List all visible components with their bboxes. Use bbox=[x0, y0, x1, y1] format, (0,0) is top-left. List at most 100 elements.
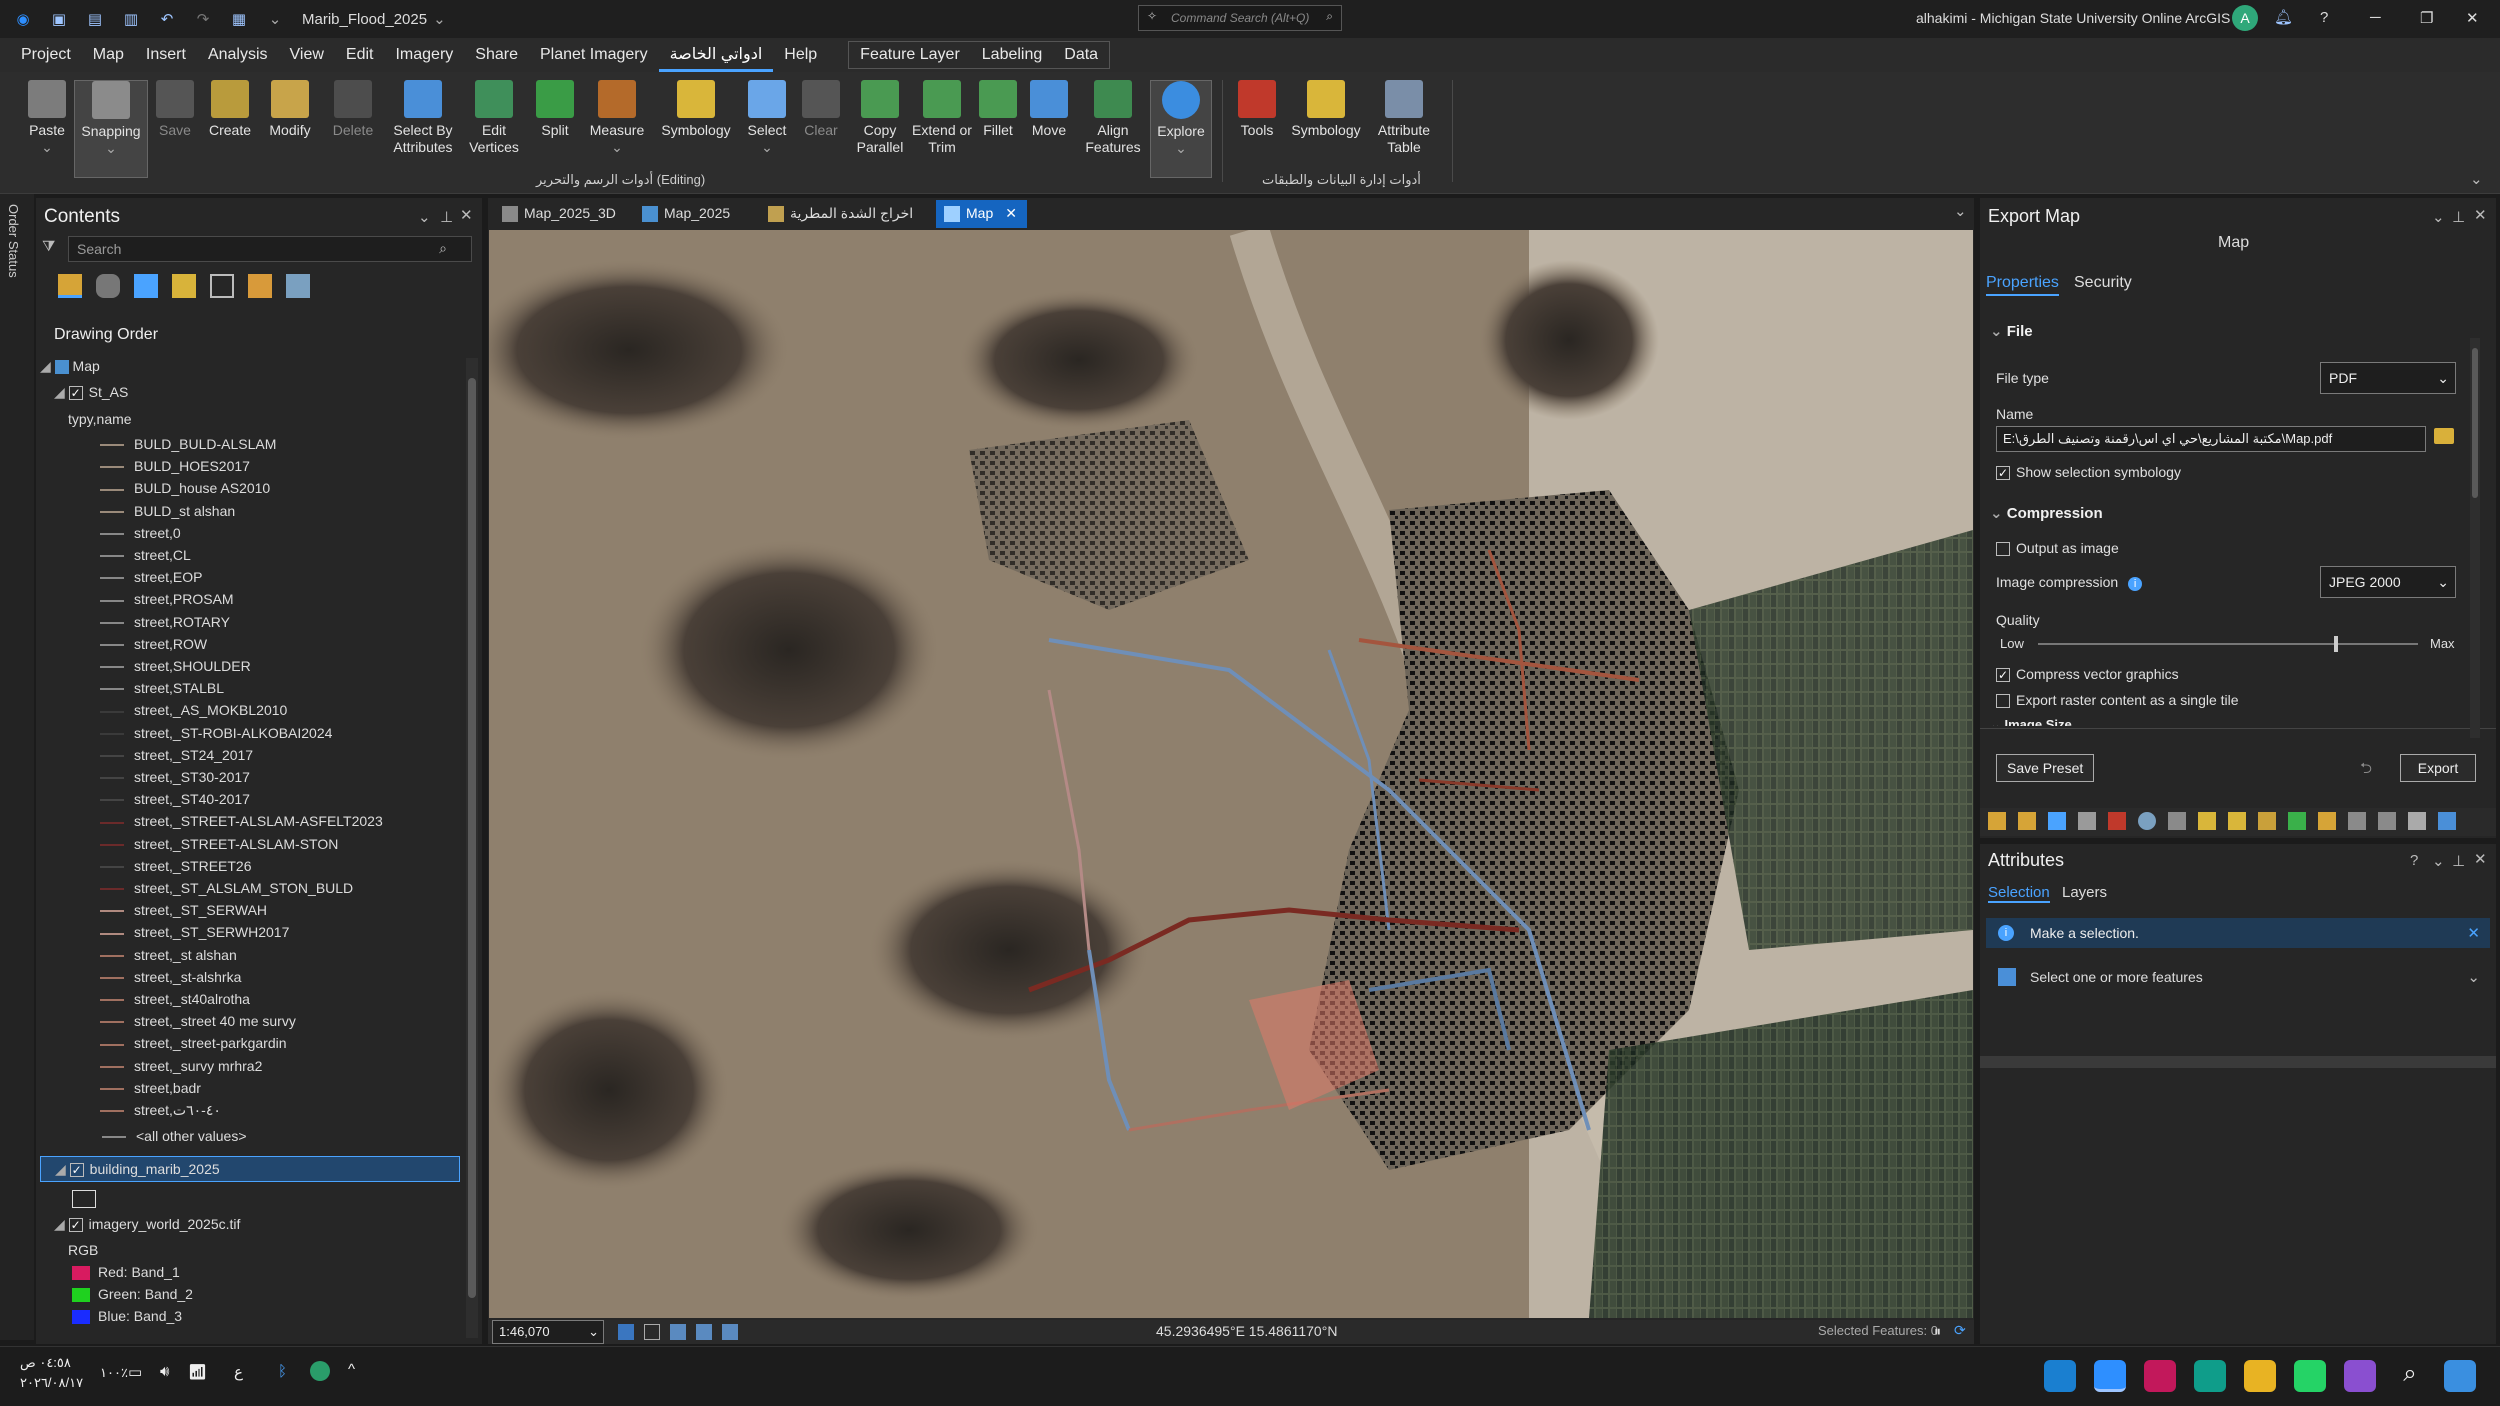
refresh-icon[interactable]: ⟳ bbox=[1954, 1322, 1966, 1339]
order-status-tab[interactable]: Order Status bbox=[6, 204, 21, 278]
pin-icon[interactable]: ⊥ bbox=[2452, 852, 2465, 870]
tab-map[interactable]: Map ✕ bbox=[936, 200, 1027, 228]
scrollbar-thumb[interactable] bbox=[2472, 348, 2478, 498]
list-by-editing-icon[interactable] bbox=[172, 274, 196, 298]
fillet-button[interactable]: Fillet bbox=[976, 80, 1020, 178]
legend-item[interactable]: street,_STREET-ALSLAM-ASFELT2023 bbox=[100, 813, 383, 829]
legend-item[interactable]: street,_ST24_2017 bbox=[100, 747, 253, 763]
output-as-image-checkbox[interactable]: Output as image bbox=[1996, 540, 2119, 557]
save-project-icon[interactable]: ▥ bbox=[118, 8, 144, 30]
line-symbol-icon[interactable] bbox=[100, 599, 124, 602]
line-symbol-icon[interactable] bbox=[100, 510, 124, 513]
extend-trim-button[interactable]: Extend or Trim bbox=[912, 80, 972, 178]
delete-button[interactable]: Delete bbox=[326, 80, 380, 178]
line-symbol-icon[interactable] bbox=[100, 621, 124, 624]
browse-folder-icon[interactable] bbox=[2434, 428, 2454, 444]
pin-icon[interactable]: ⊥ bbox=[440, 208, 453, 226]
map-canvas[interactable] bbox=[489, 230, 1973, 1318]
line-symbol-icon[interactable] bbox=[100, 533, 124, 536]
tree-layer-st-as[interactable]: ◢ ✓ St_AS bbox=[54, 384, 128, 401]
legend-item[interactable]: street,_STREET-ALSLAM-STON bbox=[100, 836, 338, 852]
close-icon[interactable]: ✕ bbox=[460, 206, 473, 224]
legend-item[interactable]: street,_survy mrhra2 bbox=[100, 1058, 262, 1074]
legend-item[interactable]: street,_street 40 me survy bbox=[100, 1013, 296, 1029]
legend-item[interactable]: street,EOP bbox=[100, 569, 202, 585]
line-symbol-icon[interactable] bbox=[100, 843, 124, 846]
legend-item[interactable]: BULD_st alshan bbox=[100, 503, 235, 519]
battery-icon[interactable]: ▭ bbox=[128, 1363, 142, 1381]
toolbox-icon[interactable] bbox=[2108, 812, 2126, 830]
menu-help[interactable]: Help bbox=[773, 38, 828, 72]
legend-item[interactable]: street,_st-alshrka bbox=[100, 969, 241, 985]
line-symbol-icon[interactable] bbox=[100, 799, 124, 802]
legend-item[interactable]: street,_AS_MOKBL2010 bbox=[100, 702, 287, 718]
legend-item[interactable]: street,_st40alrotha bbox=[100, 991, 250, 1007]
command-search-input[interactable]: ✧ Command Search (Alt+Q) ⌕ bbox=[1138, 5, 1342, 31]
legend-item[interactable]: street,_st alshan bbox=[100, 947, 237, 963]
pane-options-icon[interactable]: ⌄ bbox=[2432, 852, 2445, 870]
move-button[interactable]: Move bbox=[1026, 80, 1072, 178]
rotate-icon[interactable] bbox=[722, 1324, 738, 1340]
export-name-input[interactable]: E:\مكتبة المشاريع\حي اي اس\رقمنة وتصنيف … bbox=[1996, 426, 2426, 452]
list-by-labeling-icon[interactable] bbox=[248, 274, 272, 298]
contents-search-input[interactable]: Search ⌕ bbox=[68, 236, 472, 262]
menu-insert[interactable]: Insert bbox=[135, 38, 197, 72]
ribbon-collapse-icon[interactable]: ⌄ bbox=[2470, 170, 2483, 188]
attribute-table-button[interactable]: Attribute Table bbox=[1370, 80, 1438, 178]
line-symbol-icon[interactable] bbox=[100, 555, 124, 558]
avatar[interactable]: A bbox=[2232, 5, 2258, 31]
legend-item[interactable]: street,PROSAM bbox=[100, 591, 234, 607]
line-symbol-icon[interactable] bbox=[100, 866, 124, 869]
help-icon[interactable]: ? bbox=[2410, 852, 2418, 869]
split-button[interactable]: Split bbox=[530, 80, 580, 178]
legend-item[interactable]: street,_ST30-2017 bbox=[100, 769, 250, 785]
satellite-map-svg[interactable] bbox=[489, 230, 1973, 1318]
menu-planet-imagery[interactable]: Planet Imagery bbox=[529, 38, 659, 72]
new-project-icon[interactable]: ▣ bbox=[46, 8, 72, 30]
minimize-button[interactable]: ─ bbox=[2370, 9, 2381, 26]
tab-labeling[interactable]: Labeling bbox=[971, 41, 1054, 69]
explore-button[interactable]: Explore ⌄ bbox=[1150, 80, 1212, 178]
close-icon[interactable]: ✕ bbox=[2474, 850, 2487, 868]
select-features-row[interactable]: Select one or more features ⌄ bbox=[1986, 960, 2490, 996]
line-symbol-icon[interactable] bbox=[100, 755, 124, 758]
tab-map-2025-3d[interactable]: Map_2025_3D bbox=[494, 200, 626, 228]
attributes-splitter[interactable] bbox=[1980, 1056, 2496, 1068]
tools-button[interactable]: Tools bbox=[1232, 80, 1282, 178]
quality-slider[interactable] bbox=[2038, 636, 2418, 652]
binoculars-icon[interactable] bbox=[2408, 812, 2426, 830]
tab-data[interactable]: Data bbox=[1053, 41, 1109, 69]
create-button[interactable]: Create bbox=[204, 80, 256, 178]
tab-feature-layer[interactable]: Feature Layer bbox=[849, 41, 971, 69]
export-scrollbar[interactable] bbox=[2470, 338, 2480, 738]
checkbox-checked[interactable]: ✓ bbox=[1996, 668, 2010, 683]
layer-visibility-checkbox[interactable]: ✓ bbox=[69, 1163, 84, 1178]
pan-icon[interactable] bbox=[696, 1324, 712, 1340]
symbology-button-editing[interactable]: Symbology bbox=[656, 80, 736, 178]
customize-qat-icon[interactable]: ⌄ bbox=[262, 8, 288, 30]
line-symbol-icon[interactable] bbox=[100, 1021, 124, 1024]
file-explorer-icon[interactable] bbox=[2244, 1360, 2276, 1392]
geoprocessing-icon[interactable] bbox=[2258, 812, 2276, 830]
line-symbol-icon[interactable] bbox=[100, 932, 124, 935]
catalog-icon[interactable] bbox=[1988, 812, 2006, 830]
line-symbol-icon[interactable] bbox=[100, 444, 124, 447]
line-symbol-icon[interactable] bbox=[100, 1065, 124, 1068]
bluetooth-icon[interactable]: ᛒ bbox=[278, 1363, 287, 1380]
project-name[interactable]: Marib_Flood_2025 bbox=[302, 11, 427, 28]
line-symbol-icon[interactable] bbox=[100, 777, 124, 780]
menu-view[interactable]: View bbox=[279, 38, 335, 72]
legend-item[interactable]: street,ROW bbox=[100, 636, 207, 652]
legend-item[interactable]: BULD_house AS2010 bbox=[100, 480, 270, 496]
app-taskbar-icon[interactable] bbox=[2144, 1360, 2176, 1392]
pause-drawing-icon[interactable]: ⏸ bbox=[1934, 1323, 1941, 1340]
legend-item[interactable]: street,_street-parkgardin bbox=[100, 1035, 287, 1051]
edit-vertices-button[interactable]: Edit Vertices bbox=[466, 80, 522, 178]
tab-map-2025[interactable]: Map_2025 bbox=[634, 200, 740, 228]
legend-item[interactable]: street,_ST-ROBI-ALKOBAI2024 bbox=[100, 725, 332, 741]
save-edits-button[interactable]: Save bbox=[152, 80, 198, 178]
scale-dropdown[interactable]: 1:46,070 ⌄ bbox=[492, 1320, 604, 1344]
legend-item[interactable]: street,_ST_SERWH2017 bbox=[100, 924, 289, 940]
legend-item[interactable]: BULD_BULD-ALSLAM bbox=[100, 436, 276, 452]
whatsapp-icon[interactable] bbox=[2294, 1360, 2326, 1392]
